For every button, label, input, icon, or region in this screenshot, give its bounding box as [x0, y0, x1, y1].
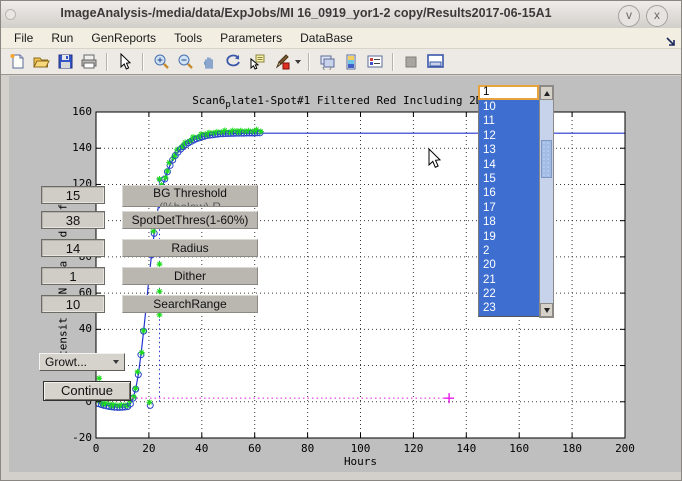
list-item[interactable]: 13: [479, 143, 540, 157]
radius-field[interactable]: [41, 239, 105, 257]
y-axis-label-fragment: d: [57, 231, 70, 238]
spotdetthres-button[interactable]: SpotDetThres(1-60%): [122, 211, 258, 229]
radius-button[interactable]: Radius: [122, 239, 258, 257]
dither-button[interactable]: Dither: [122, 267, 258, 285]
y-axis-label-fragment: tensit: [57, 317, 70, 357]
x-tick-label: 60: [240, 442, 270, 455]
list-item[interactable]: 15: [479, 172, 540, 186]
list-item[interactable]: 11: [479, 114, 540, 128]
dither-field[interactable]: [41, 267, 105, 285]
x-tick-label: 100: [346, 442, 376, 455]
continue-button[interactable]: Continue: [43, 381, 131, 401]
figure-margin-bottom: [1, 472, 682, 481]
list-item[interactable]: 21: [479, 273, 540, 287]
y-axis-label-fragment: N: [57, 288, 70, 295]
spot-number-combo[interactable]: 1: [478, 85, 539, 100]
y-tick-label: 160: [56, 105, 92, 118]
list-item[interactable]: 2: [479, 244, 540, 258]
scroll-thumb[interactable]: [541, 140, 552, 178]
list-item[interactable]: 18: [479, 215, 540, 229]
x-tick-label: 120: [398, 442, 428, 455]
list-item[interactable]: 17: [479, 201, 540, 215]
scroll-up-icon[interactable]: [540, 86, 553, 100]
spot-number-list: 10 11 12 13 14 15 16 17 18 19 2 20 21 22…: [478, 100, 540, 317]
x-tick-label: 180: [557, 442, 587, 455]
y-tick-label: 140: [56, 141, 92, 154]
list-item[interactable]: 22: [479, 287, 540, 301]
x-tick-label: 160: [504, 442, 534, 455]
x-tick-label: 200: [610, 442, 640, 455]
y-axis-label-fragment: f: [57, 204, 70, 211]
list-item[interactable]: 16: [479, 186, 540, 200]
popup-caret-icon: [113, 360, 119, 364]
x-tick-label: 80: [293, 442, 323, 455]
list-scrollbar[interactable]: [539, 85, 554, 318]
app-window: ImageAnalysis-/media/data/ExpJobs/MI 16_…: [0, 0, 682, 481]
bg-threshold-field[interactable]: [41, 186, 105, 204]
list-item[interactable]: 23: [479, 301, 540, 315]
list-item[interactable]: 20: [479, 258, 540, 272]
searchrange-field[interactable]: [41, 295, 105, 313]
growth-popup[interactable]: Growt...: [39, 353, 125, 371]
searchrange-button[interactable]: SearchRange: [122, 295, 258, 313]
x-tick-label: 40: [187, 442, 217, 455]
list-item[interactable]: 10: [479, 100, 540, 114]
list-item[interactable]: 19: [479, 230, 540, 244]
scroll-down-icon[interactable]: [540, 303, 553, 317]
list-item[interactable]: 14: [479, 158, 540, 172]
list-item[interactable]: 12: [479, 129, 540, 143]
x-axis-label: Hours: [96, 455, 625, 468]
x-tick-label: 140: [451, 442, 481, 455]
spotdetthres-field[interactable]: [41, 211, 105, 229]
mouse-cursor: [428, 148, 442, 170]
y-tick-label: -20: [56, 431, 92, 444]
x-tick-label: 20: [134, 442, 164, 455]
bg-threshold-button[interactable]: BG Threshold (%below) R: [122, 185, 258, 207]
